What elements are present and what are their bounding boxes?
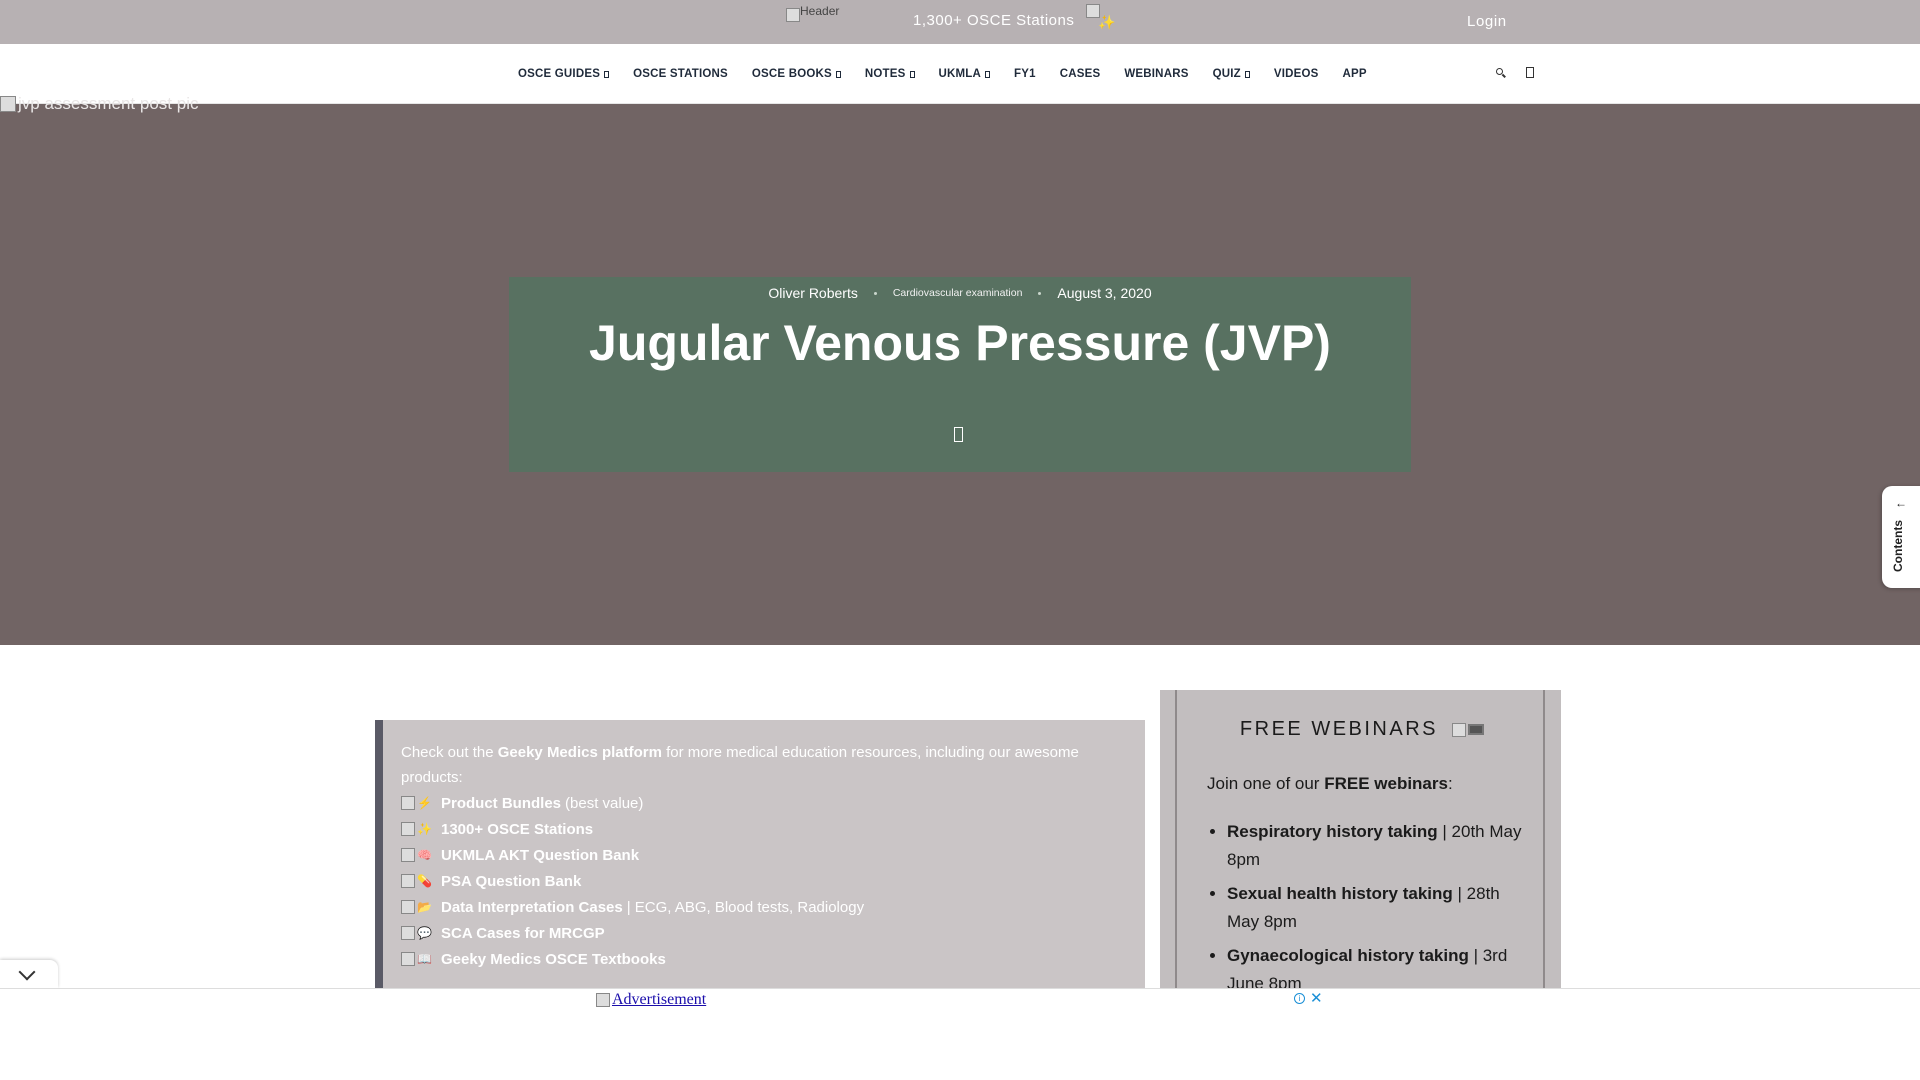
resource-link[interactable]: UKMLA AKT Question Bank [441,843,639,868]
login-link[interactable]: Login [1467,13,1507,30]
post-meta: Oliver Roberts Cardiovascular examinatio… [509,281,1411,305]
resource-note: | ECG, ABG, Blood tests, Radiology [626,898,865,916]
main-nav: OSCE GUIDES OSCE STATIONS OSCE BOOKS NOTES U… [0,44,1920,104]
top-bar: Header 1,300+ OSCE Stations ✨ Login [0,0,1920,44]
close-icon[interactable]: ✕ [1310,989,1323,1007]
dropdown-icon [1244,71,1250,78]
broken-image-icon [401,822,415,836]
hero-image-alt: jvp assessment post pic [0,94,198,114]
dropdown-icon [835,71,841,78]
nav-item-cases[interactable]: CASES [1060,68,1101,80]
sparkles-icon: ✨ [401,817,441,842]
resource-link[interactable]: Geeky Medics OSCE Textbooks [441,947,666,972]
resource-link[interactable]: Product Bundles [441,791,561,816]
nav-item-osce-books[interactable]: OSCE BOOKS [752,68,841,80]
resource-item: 📖 Geeky Medics OSCE Textbooks [401,946,1127,972]
broken-image-icon [401,952,415,966]
meta-separator [873,291,877,295]
platform-link[interactable]: Geeky Medics platform [498,744,662,761]
nav-item-app[interactable]: APP [1343,68,1367,80]
collapse-ad-button[interactable] [0,960,58,988]
header-logo[interactable]: Header [786,4,840,22]
resource-link[interactable]: Data Interpretation Cases [441,895,623,920]
resource-item: 💬 SCA Cases for MRCGP [401,920,1127,946]
resource-link[interactable]: PSA Question Bank [441,869,581,894]
meta-separator [1038,291,1042,295]
resources-callout: Check out the Geeky Medics platform for … [375,720,1145,990]
ad-info-icon[interactable]: i [1294,993,1305,1004]
speech-bubble-icon: 💬 [401,921,441,946]
webinar-link[interactable]: Gynaecological history taking [1227,946,1469,965]
broken-image-icon [401,900,415,914]
webinars-title: FREE WEBINARS [1177,718,1547,741]
computer-icon [1452,722,1485,737]
broken-image-icon [786,8,800,22]
resource-item: ⚡ Product Bundles (best value) [401,790,1127,816]
webinars-widget: FREE WEBINARS Join one of our FREE webin… [1160,690,1561,1010]
nav-item-osce-guides[interactable]: OSCE GUIDES [518,68,610,80]
webinar-link[interactable]: Sexual health history taking [1227,884,1453,903]
resources-list: ⚡ Product Bundles (best value) ✨ 1300+ OSCE … [401,790,1127,972]
contents-toggle[interactable]: ← Contents [1882,486,1920,588]
broken-image-icon [401,926,415,940]
dropdown-icon [909,71,915,78]
broken-image-icon [401,848,415,862]
webinars-intro: Join one of our FREE webinars: [1207,774,1453,793]
header-logo-alt: Header [800,4,840,18]
resource-link[interactable]: SCA Cases for MRCGP [441,921,605,946]
brain-icon: 🧠 [401,843,441,868]
resource-item: 🧠 UKMLA AKT Question Bank [401,842,1127,868]
author-link[interactable]: Oliver Roberts [768,285,857,301]
dropdown-icon [985,71,991,78]
folder-icon: 📂 [401,895,441,920]
resource-item: ✨ 1300+ OSCE Stations [401,816,1127,842]
bookmark-icon[interactable] [954,427,963,442]
promo-link[interactable]: 1,300+ OSCE Stations [913,12,1074,29]
nav-item-notes[interactable]: NOTES [865,68,915,80]
resource-note: (best value) [565,794,644,812]
webinar-item: Sexual health history taking | 28th May … [1227,880,1527,936]
webinars-box: FREE WEBINARS Join one of our FREE webin… [1175,690,1545,1010]
dropdown-icon [604,71,610,78]
nav-item-videos[interactable]: VIDEOS [1274,68,1319,80]
resources-intro: Check out the Geeky Medics platform for … [401,744,1079,786]
book-icon: 📖 [401,947,441,972]
page-title: Jugular Venous Pressure (JVP) [589,315,1331,371]
nav-menu: OSCE GUIDES OSCE STATIONS OSCE BOOKS NOTES U… [518,44,1391,104]
nav-item-quiz[interactable]: QUIZ [1213,68,1250,80]
broken-image-icon [1452,722,1467,737]
contents-label: Contents [1891,520,1905,572]
search-icon[interactable] [1496,68,1506,78]
account-icon[interactable] [1526,67,1534,78]
nav-item-fy1[interactable]: FY1 [1014,68,1036,80]
ad-bar: Advertisement i ✕ [0,988,1920,1080]
post-date: August 3, 2020 [1057,285,1152,301]
lightning-icon: ⚡ [401,791,441,816]
nav-item-osce-stations[interactable]: OSCE STATIONS [633,68,728,80]
advertisement-link[interactable]: Advertisement [596,991,706,1009]
webinar-link[interactable]: Respiratory history taking [1227,822,1438,841]
broken-image-icon [401,796,415,810]
pill-icon: 💊 [401,869,441,894]
resource-item: 💊 PSA Question Bank [401,868,1127,894]
nav-item-ukmla[interactable]: UKMLA [939,68,991,80]
arrow-left-icon: ← [1895,496,1907,510]
broken-image-icon [596,993,610,1007]
webinars-list: Respiratory history taking | 20th May 8p… [1227,818,1527,1004]
broken-image-icon [0,96,16,112]
nav-item-webinars[interactable]: WEBINARS [1124,68,1188,80]
sparkles-icon: ✨ [1086,4,1120,32]
category-link[interactable]: Cardiovascular examination [893,287,1023,299]
title-card: Oliver Roberts Cardiovascular examinatio… [509,277,1411,472]
chevron-down-icon [18,963,36,981]
hero-image-alt-text: jvp assessment post pic [18,94,199,113]
webinar-item: Respiratory history taking | 20th May 8p… [1227,818,1527,874]
resource-link[interactable]: 1300+ OSCE Stations [441,817,593,842]
broken-image-icon [401,874,415,888]
resource-item: 📂 Data Interpretation Cases | ECG, ABG, Bl… [401,894,1127,920]
